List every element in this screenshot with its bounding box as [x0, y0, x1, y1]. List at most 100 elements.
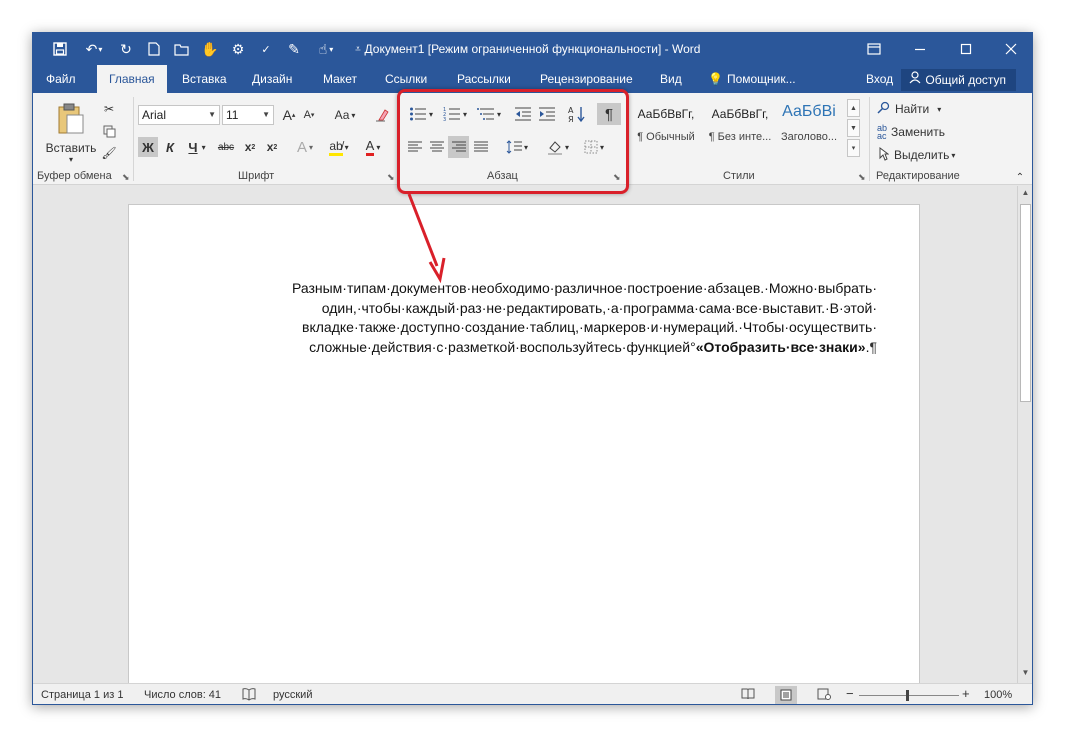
chevron-down-icon: ▾	[937, 104, 942, 114]
bold-button[interactable]: Ж	[138, 137, 158, 157]
document-page[interactable]: Разным·типам·документов·необходимо·разли…	[128, 204, 920, 704]
style-sample: АаБбВвГг,	[711, 107, 769, 121]
shrink-font-icon[interactable]: A ▾	[300, 105, 318, 125]
align-left-icon[interactable]	[405, 136, 425, 158]
tab-insert[interactable]: Вставка	[182, 65, 227, 93]
vertical-scrollbar[interactable]: ▲ ▼	[1017, 186, 1032, 683]
styles-scroll-down-icon[interactable]: ▼	[847, 119, 860, 137]
font-color-icon[interactable]: A ▾	[358, 137, 388, 157]
justify-icon[interactable]	[471, 136, 491, 158]
chevron-down-icon: ▾	[523, 142, 528, 152]
grow-font-icon[interactable]: A ▴	[280, 105, 298, 125]
text-effects-icon[interactable]: A ▾	[290, 137, 320, 157]
read-mode-icon[interactable]	[741, 688, 755, 703]
superscript-button[interactable]: x2	[262, 137, 282, 157]
zoom-in-icon[interactable]: +	[962, 686, 970, 701]
underline-button[interactable]: Ч ▾	[182, 137, 212, 157]
style-normal[interactable]: АаБбВвГг, ¶ Обычный	[630, 93, 702, 149]
chevron-down-icon: ▾	[951, 150, 956, 160]
tab-mailings[interactable]: Рассылки	[457, 65, 511, 93]
web-layout-icon[interactable]	[817, 688, 831, 703]
scrollbar-thumb[interactable]	[1020, 204, 1031, 402]
shading-button[interactable]: ▾	[541, 136, 575, 158]
font-size-select[interactable]: 11 ▼	[222, 105, 274, 125]
tab-view[interactable]: Вид	[660, 65, 682, 93]
replace-button[interactable]: ab ac Заменить	[877, 122, 945, 142]
svg-text:A: A	[568, 106, 574, 115]
proofing-icon[interactable]	[242, 687, 256, 704]
zoom-out-icon[interactable]: −	[846, 686, 854, 701]
close-button[interactable]	[988, 33, 1032, 65]
subscript-button[interactable]: x2	[240, 137, 260, 157]
styles-group-label: Стили	[723, 170, 755, 182]
change-case-label: Аа	[334, 108, 350, 122]
align-right-icon[interactable]	[448, 136, 469, 158]
font-name-select[interactable]: Arial ▼	[138, 105, 220, 125]
paragraph-text[interactable]: Разным·типам·документов·необходимо·разли…	[257, 279, 877, 357]
font-launcher-icon[interactable]: ⬊	[387, 172, 395, 183]
style-sample: АаБбВі	[782, 103, 836, 120]
tab-design[interactable]: Дизайн	[252, 65, 292, 93]
align-center-icon[interactable]	[427, 136, 447, 158]
zoom-slider-thumb[interactable]	[906, 690, 909, 701]
tab-tell-me[interactable]: 💡 Помощник...	[708, 65, 796, 93]
cut-icon[interactable]: ✂	[99, 99, 119, 119]
bullets-button[interactable]: ▾	[405, 103, 437, 125]
scroll-up-icon[interactable]: ▲	[1018, 188, 1032, 202]
page-count[interactable]: Страница 1 из 1	[41, 689, 123, 701]
scroll-down-icon[interactable]: ▼	[1018, 668, 1032, 682]
copy-icon[interactable]	[99, 121, 119, 141]
language-indicator[interactable]: русский	[273, 689, 312, 701]
tab-references[interactable]: Ссылки	[385, 65, 427, 93]
paste-button[interactable]: Вставить ▾	[46, 97, 96, 169]
styles-launcher-icon[interactable]: ⬊	[858, 172, 866, 183]
text-line: Разным·типам·документов·необходимо·разли…	[291, 280, 877, 296]
tab-review[interactable]: Рецензирование	[540, 65, 633, 93]
sort-icon[interactable]: AЯ	[566, 103, 588, 125]
ribbon-display-icon[interactable]	[851, 33, 897, 65]
multilevel-list-button[interactable]: ▾	[473, 103, 505, 125]
collapse-ribbon-icon[interactable]: ⌃	[1012, 170, 1028, 184]
style-name: Заголово...	[780, 131, 838, 143]
print-layout-icon[interactable]	[775, 686, 797, 704]
clear-formatting-icon[interactable]	[373, 105, 391, 125]
sign-in-link[interactable]: Вход	[866, 65, 893, 93]
select-button[interactable]: Выделить ▾	[879, 145, 955, 165]
minimize-button[interactable]	[897, 33, 943, 65]
change-case-button[interactable]: Аа ▾	[328, 105, 362, 125]
tab-home[interactable]: Главная	[97, 65, 167, 93]
style-no-spacing[interactable]: АаБбВвГг, ¶ Без инте...	[704, 93, 776, 149]
style-heading-1[interactable]: АаБбВі Заголово...	[778, 93, 840, 149]
clipboard-launcher-icon[interactable]: ⬊	[122, 172, 130, 183]
zoom-level[interactable]: 100%	[984, 689, 1012, 701]
increase-indent-icon[interactable]	[536, 103, 558, 125]
editing-group-label: Редактирование	[876, 170, 960, 182]
find-button[interactable]: Найти ▾	[877, 99, 941, 119]
format-painter-icon[interactable]: 🖌	[99, 143, 119, 163]
chevron-down-icon: ▾	[68, 154, 73, 164]
highlight-color-icon[interactable]: ab̸ ▾	[324, 137, 354, 157]
ribbon: Вставить ▾ ✂ 🖌 Буфер обмена ⬊ Arial ▼ 11…	[33, 93, 1032, 185]
show-all-marks-button[interactable]: ¶	[597, 103, 621, 125]
maximize-button[interactable]	[943, 33, 989, 65]
tab-file[interactable]: Файл	[46, 65, 76, 93]
numbering-button[interactable]: 123 ▾	[439, 103, 471, 125]
clipboard-group-label: Буфер обмена	[37, 170, 112, 182]
text-run: сложные·действия·с·разметкой·воспользуйт…	[309, 338, 696, 355]
borders-button[interactable]: ▾	[578, 136, 610, 158]
share-button[interactable]: Общий доступ	[901, 69, 1016, 91]
chevron-down-icon: ▾	[201, 142, 206, 152]
group-separator	[626, 97, 627, 181]
word-count[interactable]: Число слов: 41	[144, 689, 221, 701]
paragraph-group-label: Абзац	[487, 170, 518, 182]
italic-button[interactable]: К	[160, 137, 180, 157]
styles-more-icon[interactable]: ▾	[847, 139, 860, 157]
line-spacing-button[interactable]: ▾	[501, 136, 533, 158]
zoom-slider[interactable]	[859, 695, 959, 696]
decrease-indent-icon[interactable]	[512, 103, 534, 125]
tab-layout[interactable]: Макет	[323, 65, 357, 93]
document-area: Разным·типам·документов·необходимо·разли…	[33, 186, 1018, 704]
strikethrough-button[interactable]: abc	[214, 137, 238, 157]
styles-scroll-up-icon[interactable]: ▲	[847, 99, 860, 117]
paragraph-launcher-icon[interactable]: ⬊	[613, 172, 621, 183]
